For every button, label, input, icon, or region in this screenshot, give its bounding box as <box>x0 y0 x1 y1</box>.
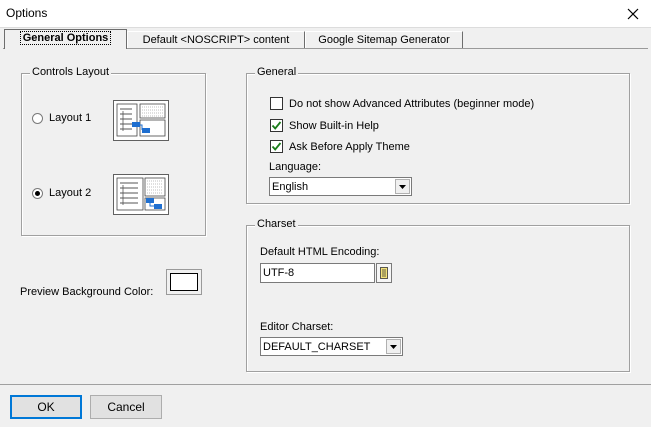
group-legend: General <box>255 66 299 78</box>
language-label: Language: <box>269 161 321 173</box>
check-mark-icon <box>271 121 282 130</box>
preview-background-label: Preview Background Color: <box>20 286 154 298</box>
encoding-label: Default HTML Encoding: <box>260 246 380 258</box>
close-icon <box>627 8 639 19</box>
general-group: General Do not show Advanced Attributes … <box>246 66 630 204</box>
editor-charset-select[interactable]: DEFAULT_CHARSET <box>260 337 403 356</box>
tab-label: Google Sitemap Generator <box>318 34 450 46</box>
preview-background-color-button[interactable] <box>166 269 202 295</box>
radio-indicator[interactable] <box>32 187 43 199</box>
language-select[interactable]: English <box>269 177 412 196</box>
encoding-value: UTF-8 <box>263 267 295 279</box>
layout-1-radio[interactable]: Layout 1 <box>32 112 91 124</box>
layout-2-radio[interactable]: Layout 2 <box>32 187 91 199</box>
tab-google-sitemap[interactable]: Google Sitemap Generator <box>305 31 463 49</box>
cancel-button[interactable]: Cancel <box>90 395 162 419</box>
ok-button[interactable]: OK <box>10 395 82 419</box>
dropdown-arrow-icon[interactable] <box>386 339 401 354</box>
encoding-input[interactable]: UTF-8 <box>260 263 375 283</box>
layout-2-preview-icon <box>113 174 169 215</box>
list-icon <box>380 267 388 279</box>
ask-before-theme-checkbox[interactable]: Ask Before Apply Theme <box>270 140 410 153</box>
group-legend: Charset <box>255 218 298 230</box>
window-title: Options <box>6 6 48 20</box>
button-bar: OK Cancel <box>0 384 651 427</box>
radio-label: Layout 2 <box>49 187 92 199</box>
charset-group: Charset Default HTML Encoding: UTF-8 Edi… <box>246 218 630 372</box>
checkbox-indicator[interactable] <box>270 119 283 132</box>
tab-default-noscript[interactable]: Default <NOSCRIPT> content <box>127 31 305 49</box>
tab-general-options[interactable]: General Options <box>4 29 127 49</box>
language-value: English <box>272 181 309 193</box>
layout-1-preview-icon <box>113 100 169 141</box>
checkbox-label: Ask Before Apply Theme <box>289 140 410 153</box>
tab-label: General Options <box>19 31 112 45</box>
dropdown-arrow-icon[interactable] <box>395 179 410 194</box>
tab-label: Default <NOSCRIPT> content <box>142 34 290 46</box>
radio-label: Layout 1 <box>49 112 92 124</box>
editor-charset-label: Editor Charset: <box>260 321 334 333</box>
checkbox-label: Do not show Advanced Attributes (beginne… <box>289 97 535 110</box>
color-preview <box>170 273 198 291</box>
close-button[interactable] <box>615 0 651 27</box>
editor-charset-value: DEFAULT_CHARSET <box>263 341 371 353</box>
checkbox-indicator[interactable] <box>270 140 283 153</box>
beginner-mode-checkbox[interactable]: Do not show Advanced Attributes (beginne… <box>270 97 534 110</box>
group-legend: Controls Layout <box>30 66 112 78</box>
dialog-client: General Options Default <NOSCRIPT> conte… <box>0 27 651 427</box>
encoding-lookup-button[interactable] <box>376 263 392 283</box>
checkbox-indicator[interactable] <box>270 97 283 110</box>
controls-layout-group: Controls Layout Layout 1 Layout 2 <box>21 66 206 236</box>
show-help-checkbox[interactable]: Show Built-in Help <box>270 119 379 132</box>
radio-indicator[interactable] <box>32 112 43 124</box>
check-mark-icon <box>271 142 282 151</box>
checkbox-label: Show Built-in Help <box>289 119 379 132</box>
title-bar: Options <box>0 0 651 27</box>
